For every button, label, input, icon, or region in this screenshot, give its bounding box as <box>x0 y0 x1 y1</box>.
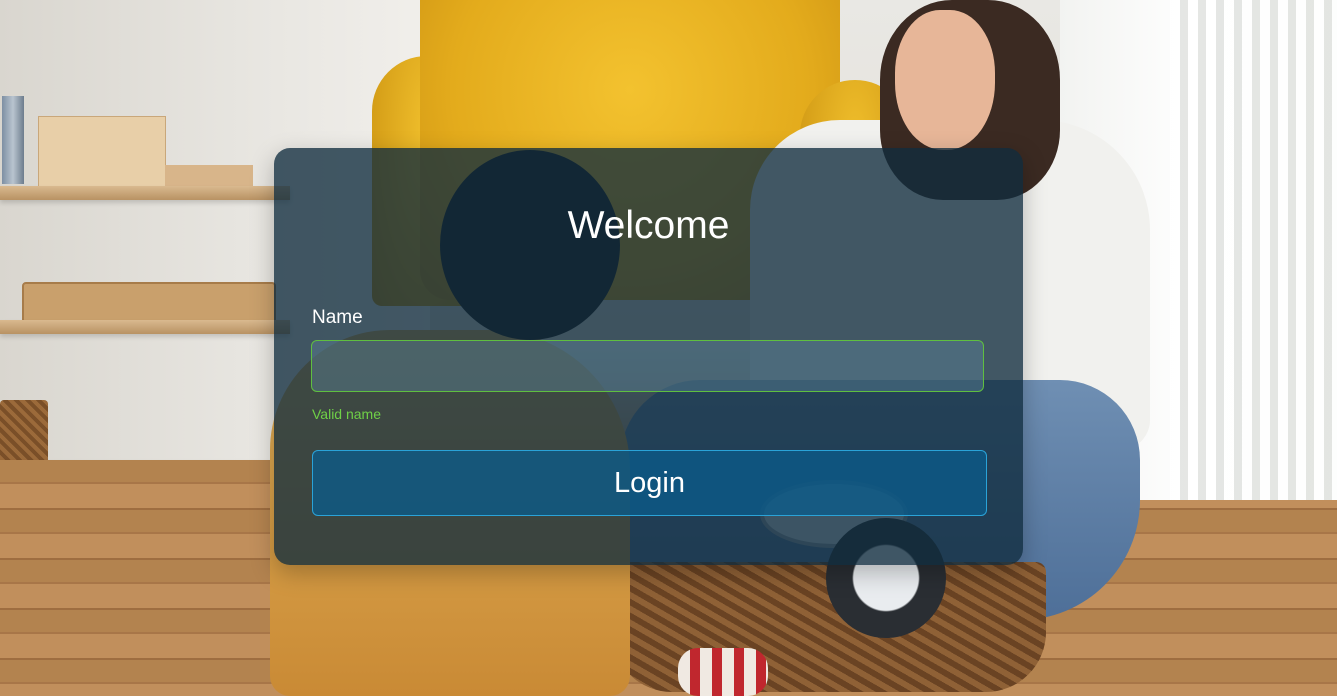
background-red-toy <box>678 648 768 696</box>
name-validation-message: Valid name <box>312 406 382 422</box>
name-label: Name <box>312 307 363 328</box>
background-shelf-middle <box>0 320 290 334</box>
background-woman-face <box>895 10 995 150</box>
background-books <box>2 96 24 184</box>
background-curtain <box>1170 0 1337 500</box>
background-wooden-box <box>38 116 166 192</box>
background-shelf-top <box>0 186 290 200</box>
login-button[interactable]: Login <box>312 450 987 516</box>
page-title: Welcome <box>567 204 730 247</box>
background-basket-left <box>0 400 48 466</box>
name-input[interactable] <box>311 340 984 392</box>
login-card: Welcome Name Valid name Login <box>274 148 1023 565</box>
